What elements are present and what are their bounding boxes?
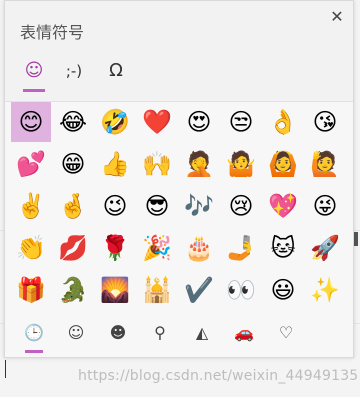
emoji-cell[interactable]: 😢 xyxy=(221,186,261,226)
emoji-cell[interactable]: 🙌 xyxy=(137,144,177,184)
emoji-cell[interactable]: 😉 xyxy=(95,186,135,226)
category-tab-smiley-icon[interactable]: ☺ xyxy=(57,315,95,355)
category-tab-travel-icon[interactable]: 🚗 xyxy=(225,315,263,355)
emoji-cell[interactable]: 💋 xyxy=(53,228,93,268)
emoji-cell[interactable]: 🤷 xyxy=(221,144,261,184)
emoji-cell[interactable]: 😂 xyxy=(53,102,93,142)
panel-header: 表情符号 ✕ ☺ ;-) Ω xyxy=(5,1,353,102)
emoji-cell[interactable]: 😜 xyxy=(305,186,345,226)
emoji-cell[interactable]: ✌️ xyxy=(11,186,51,226)
emoji-cell[interactable]: 😍 xyxy=(179,102,219,142)
food-icon: ◭ xyxy=(195,323,209,342)
emoji-cell[interactable]: 🌄 xyxy=(95,270,135,310)
emoji-cell[interactable]: 🎶 xyxy=(179,186,219,226)
emoji-cell[interactable]: 💕 xyxy=(11,144,51,184)
category-tab-food-icon[interactable]: ◭ xyxy=(183,315,221,355)
emoji-cell[interactable]: ✔️ xyxy=(179,270,219,310)
tab-symbols[interactable]: Ω xyxy=(97,56,135,92)
emoji-cell[interactable]: 🐱 xyxy=(263,228,303,268)
people-icon: ☻ xyxy=(109,323,127,342)
emoji-cell[interactable]: 😊 xyxy=(11,102,51,142)
omega-icon: Ω xyxy=(109,60,123,81)
category-tab-people-icon[interactable]: ☻ xyxy=(99,315,137,355)
emoji-cell[interactable]: 🙆 xyxy=(263,144,303,184)
close-icon[interactable]: ✕ xyxy=(327,7,347,27)
travel-icon: 🚗 xyxy=(234,323,254,342)
smiley-icon: ☺ xyxy=(24,60,44,81)
tab-emoji[interactable]: ☺ xyxy=(15,56,53,92)
smiley-icon: ☺ xyxy=(67,323,85,342)
recent-icon: 🕒 xyxy=(24,323,44,342)
emoji-cell[interactable]: 🤞 xyxy=(53,186,93,226)
emoji-cell[interactable]: 🎂 xyxy=(179,228,219,268)
celebration-icon: ⚲ xyxy=(154,323,166,342)
emoji-cell[interactable]: 👏 xyxy=(11,228,51,268)
heart-icon: ♡ xyxy=(278,323,294,342)
active-tab-indicator xyxy=(23,89,45,92)
emoji-cell[interactable]: 🎁 xyxy=(11,270,51,310)
emoji-cell[interactable]: 🚀 xyxy=(305,228,345,268)
emoji-cell[interactable]: 🤦 xyxy=(179,144,219,184)
emoji-cell[interactable]: 🕌 xyxy=(137,270,177,310)
emoji-cell[interactable]: 😃 xyxy=(263,270,303,310)
emoji-cell[interactable]: 💖 xyxy=(263,186,303,226)
tab-label: ;-) xyxy=(65,62,83,80)
emoji-cell[interactable]: 🌹 xyxy=(95,228,135,268)
emoji-cell[interactable]: 👌 xyxy=(263,102,303,142)
emoji-cell[interactable]: ✨ xyxy=(305,270,345,310)
emoji-cell[interactable]: 🤣 xyxy=(95,102,135,142)
category-tab-recent-icon[interactable]: 🕒 xyxy=(15,315,53,355)
emoji-cell[interactable]: ❤️ xyxy=(137,102,177,142)
emoji-cell[interactable]: 🤳 xyxy=(221,228,261,268)
emoji-cell[interactable]: 😘 xyxy=(305,102,345,142)
category-bar: 🕒 ☺ ☻ ⚲ ◭ 🚗 ♡ xyxy=(5,311,353,357)
active-category-indicator xyxy=(25,350,43,353)
emoji-cell[interactable]: 👍 xyxy=(95,144,135,184)
emoji-cell[interactable]: 😁 xyxy=(53,144,93,184)
category-tab-celebration-icon[interactable]: ⚲ xyxy=(141,315,179,355)
emoji-cell[interactable]: 🐊 xyxy=(53,270,93,310)
emoji-cell[interactable]: 😎 xyxy=(137,186,177,226)
emoji-cell[interactable]: 🎉 xyxy=(137,228,177,268)
tab-kaomoji[interactable]: ;-) xyxy=(55,56,93,92)
emoji-cell[interactable]: 👀 xyxy=(221,270,261,310)
category-tab-heart-icon[interactable]: ♡ xyxy=(267,315,305,355)
background-mark xyxy=(354,232,358,246)
panel-title: 表情符号 xyxy=(20,23,85,42)
emoji-cell[interactable]: 🙋 xyxy=(305,144,345,184)
text-caret xyxy=(5,360,6,378)
emoji-cell[interactable]: 😒 xyxy=(221,102,261,142)
watermark: https://blog.csdn.net/weixin_44949135 xyxy=(78,368,359,384)
emoji-panel: 表情符号 ✕ ☺ ;-) Ω 😊 😂 🤣 ❤️ 😍 😒 👌 😘 💕 😁 👍 🙌 🤦 🤷 🙆 🙋 ✌️ 🤞 😉 😎 🎶 😢 💖… xyxy=(4,0,354,358)
